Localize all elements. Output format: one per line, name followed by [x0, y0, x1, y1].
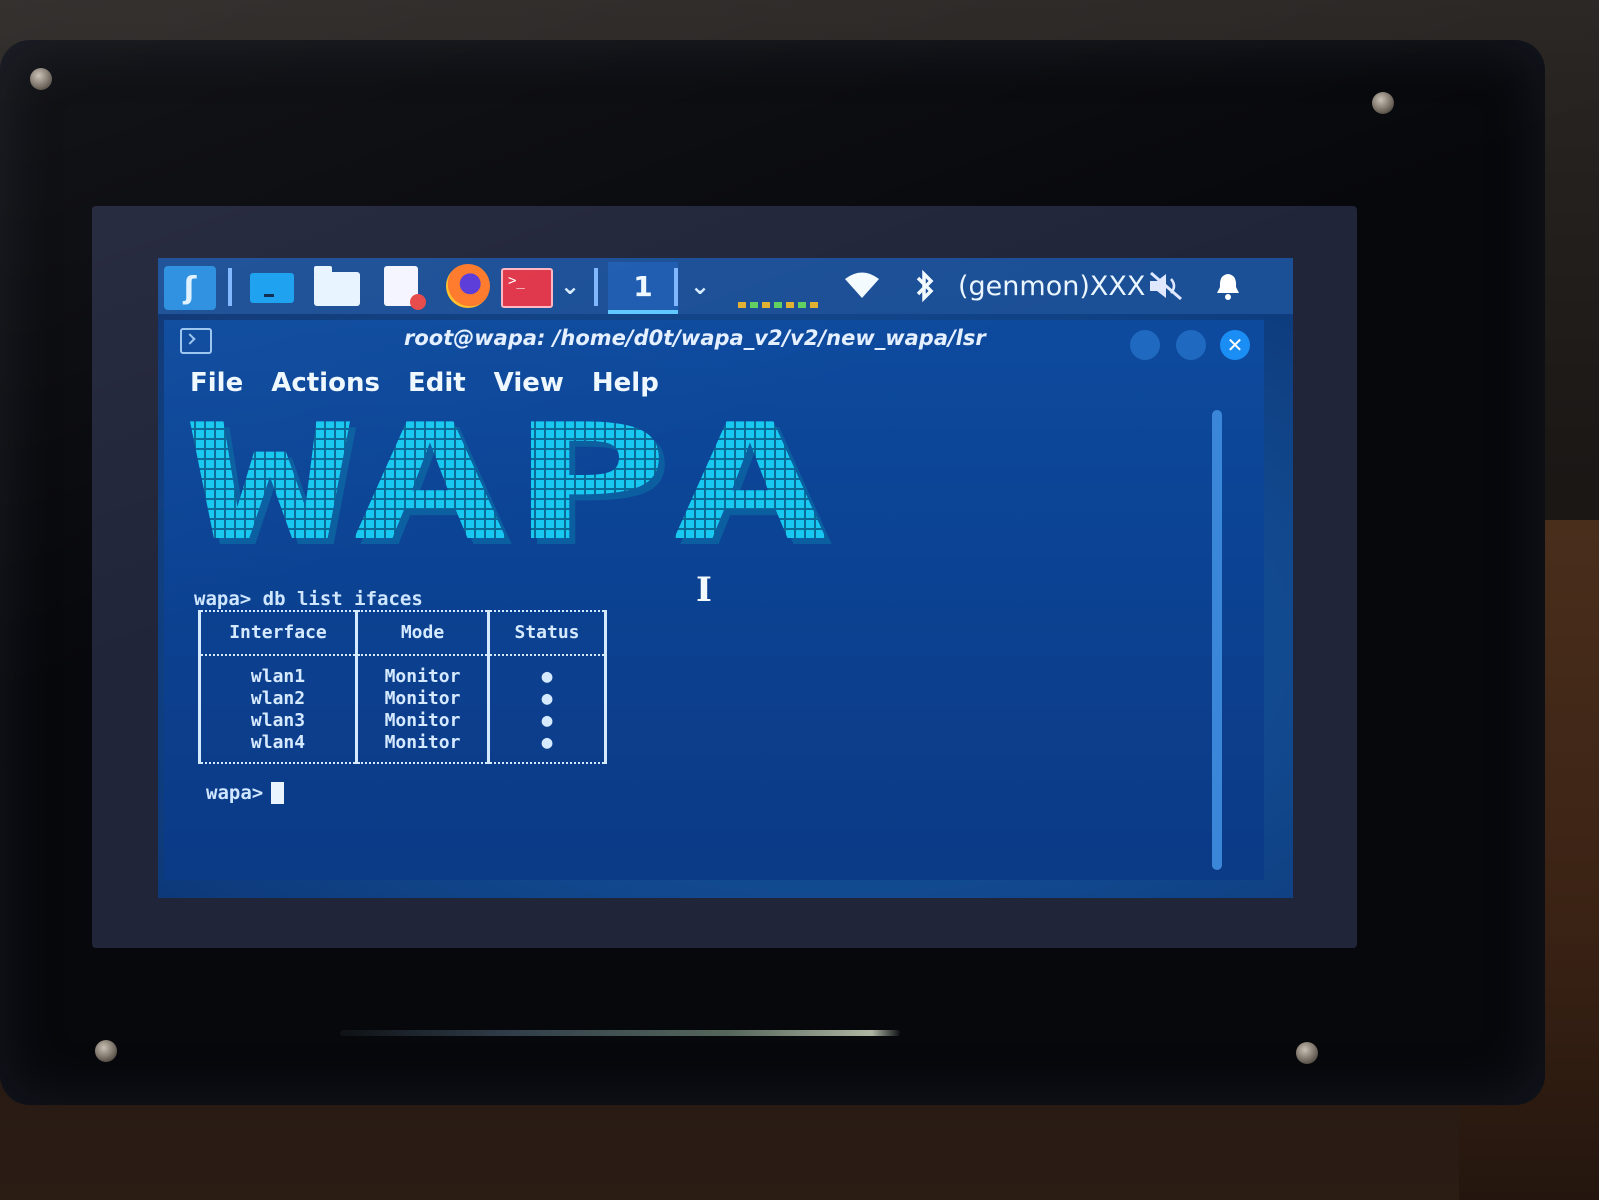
text-cursor-ibeam-icon: I — [696, 570, 712, 610]
screw-icon — [30, 68, 52, 90]
kali-dragon-icon[interactable]: ʃ — [164, 266, 216, 310]
cell-interface: wlan3 — [198, 710, 358, 732]
table-header-mode: Mode — [355, 610, 490, 656]
cell-status: ● — [487, 732, 607, 764]
cell-status: ● — [487, 710, 607, 732]
chevron-down-icon[interactable]: ⌄ — [688, 266, 712, 306]
cell-interface: wlan2 — [198, 688, 358, 710]
menu-edit[interactable]: Edit — [408, 368, 466, 408]
close-button[interactable]: ✕ — [1220, 330, 1250, 360]
terminal-scrollbar[interactable] — [1212, 410, 1222, 870]
table-header-interface: Interface — [198, 610, 358, 656]
terminal-cursor — [271, 782, 285, 804]
menu-file[interactable]: File — [190, 368, 243, 408]
chevron-down-icon[interactable]: ⌄ — [558, 266, 582, 306]
notification-bell-icon[interactable] — [1208, 266, 1248, 306]
screw-icon — [1372, 92, 1394, 114]
command-line: wapa> db list ifaces — [194, 588, 423, 610]
cell-interface: wlan1 — [198, 655, 358, 688]
prompt-label: wapa> — [206, 782, 264, 804]
menu-bar: File Actions Edit View Help — [190, 368, 659, 408]
top-panel: ʃ ⌄ 1 ⌄ (genmon)XXX — [158, 258, 1293, 314]
text-editor-icon[interactable] — [384, 266, 426, 310]
panel-separator — [228, 268, 232, 306]
wapa-ascii-banner: WAPA WAPA — [190, 420, 836, 550]
panel-separator — [594, 268, 598, 306]
workspace-switcher[interactable]: 1 — [608, 262, 678, 314]
screw-icon — [95, 1040, 117, 1062]
menu-view[interactable]: View — [494, 368, 564, 408]
panel-separator — [674, 268, 678, 306]
terminal-window: root@wapa: /home/d0t/wapa_v2/v2/new_wapa… — [164, 320, 1264, 880]
window-titlebar[interactable]: root@wapa: /home/d0t/wapa_v2/v2/new_wapa… — [164, 320, 1264, 364]
cell-mode: Monitor — [355, 710, 490, 732]
root-terminal-icon[interactable] — [501, 268, 553, 308]
volume-muted-icon[interactable] — [1143, 266, 1189, 306]
genmon-label: (genmon)XXX — [958, 270, 1146, 302]
banner-text: WAPA — [190, 420, 830, 550]
input-prompt[interactable]: wapa> — [206, 782, 285, 804]
screw-icon — [1296, 1042, 1318, 1064]
cell-mode: Monitor — [355, 655, 490, 688]
bluetooth-icon[interactable] — [910, 266, 940, 306]
cpu-graph-plugin — [738, 302, 822, 308]
menu-help[interactable]: Help — [592, 368, 659, 408]
ifaces-table: Interface Mode Status wlan1 Monitor ● wl… — [198, 610, 607, 764]
led-strip — [340, 1030, 900, 1036]
window-title: root@wapa: /home/d0t/wapa_v2/v2/new_wapa… — [404, 326, 986, 350]
terminal-window-icon — [180, 328, 212, 354]
table-row: wlan3 Monitor ● — [198, 710, 607, 732]
cell-mode: Monitor — [355, 732, 490, 764]
menu-actions[interactable]: Actions — [271, 368, 380, 408]
cell-mode: Monitor — [355, 688, 490, 710]
desktop: ʃ ⌄ 1 ⌄ (genmon)XXX root@wapa: /home/d0t… — [158, 258, 1293, 898]
table-row: wlan4 Monitor ● — [198, 732, 607, 764]
cell-interface: wlan4 — [198, 732, 358, 764]
maximize-button[interactable] — [1176, 330, 1206, 360]
terminal-icon[interactable] — [250, 273, 294, 303]
firefox-icon[interactable] — [446, 264, 490, 308]
wifi-icon[interactable] — [842, 266, 882, 306]
file-manager-icon[interactable] — [314, 266, 360, 306]
table-row: wlan2 Monitor ● — [198, 688, 607, 710]
minimize-button[interactable] — [1130, 330, 1160, 360]
scrollbar-thumb[interactable] — [1212, 410, 1222, 870]
table-header-status: Status — [487, 610, 607, 656]
table-row: wlan1 Monitor ● — [198, 655, 607, 688]
cell-status: ● — [487, 655, 607, 688]
terminal-output[interactable]: WAPA WAPA I wapa> db list ifaces Interfa… — [186, 420, 1206, 870]
cell-status: ● — [487, 688, 607, 710]
